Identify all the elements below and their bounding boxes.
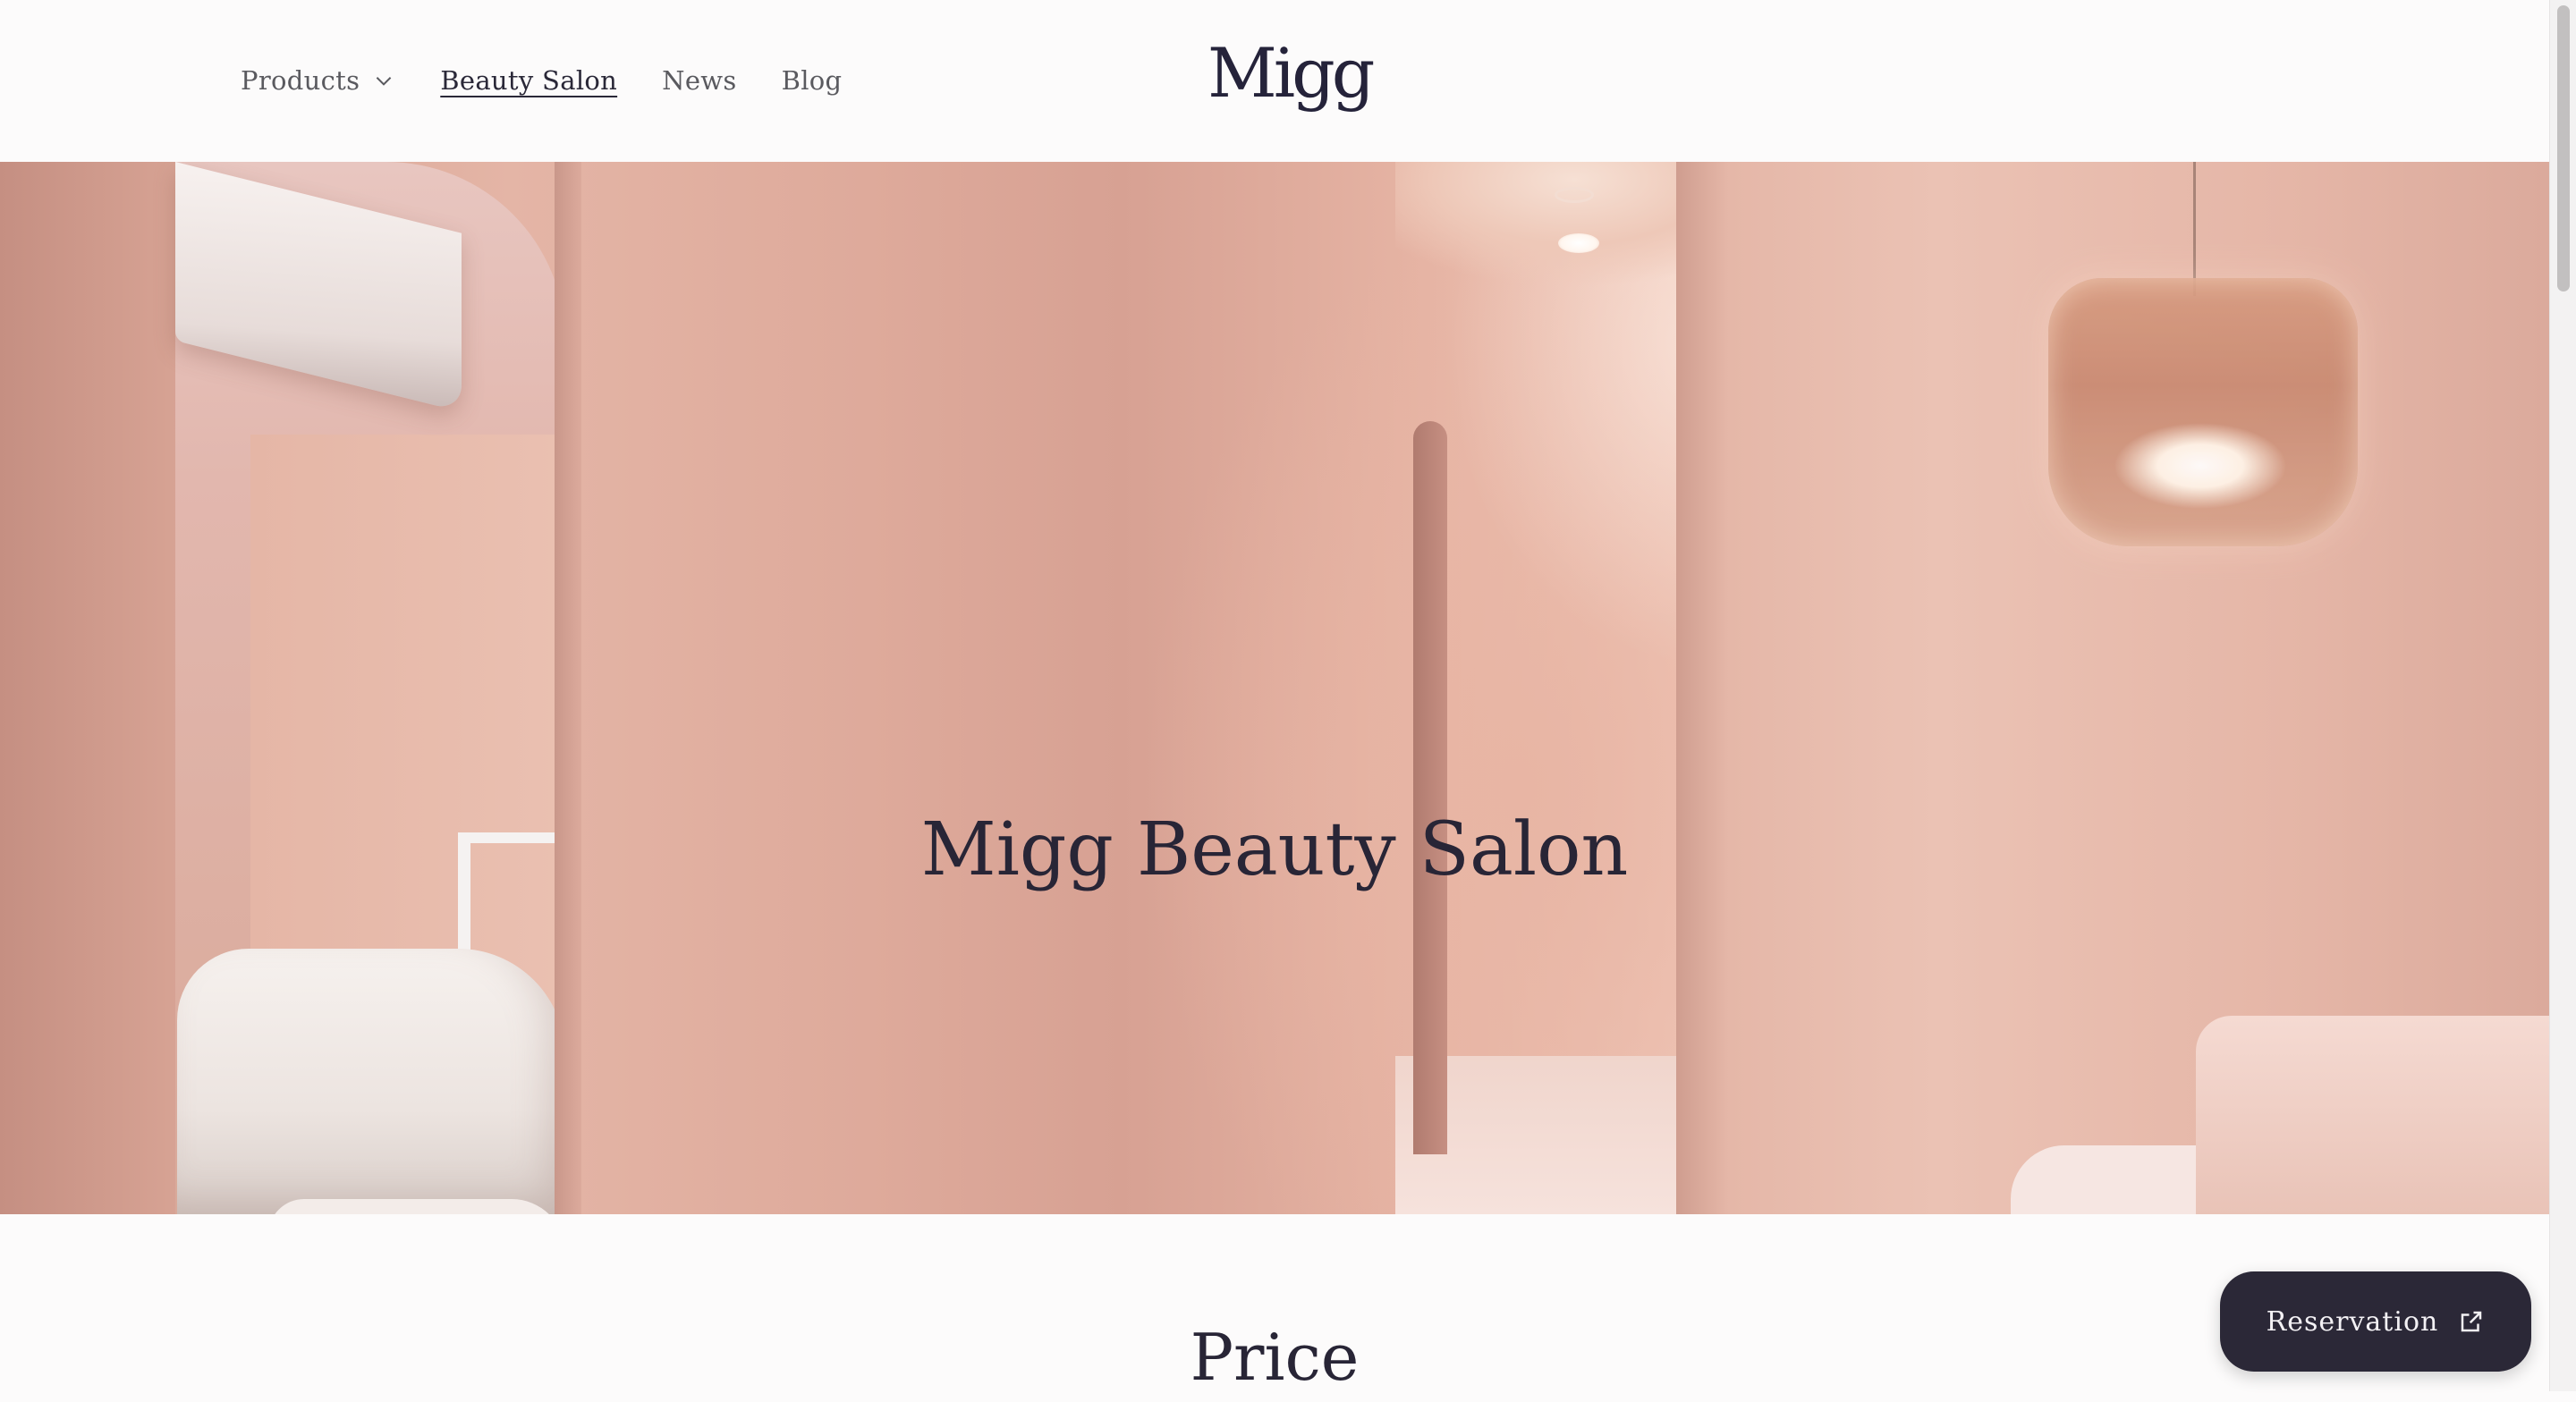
ceiling-spot-image: [1555, 187, 1594, 203]
reception-counter-image: [2196, 1016, 2549, 1214]
hero-banner: Migg Beauty Salon: [0, 162, 2549, 1214]
salon-chair-image: [177, 949, 565, 1214]
nav-item-blog[interactable]: Blog: [782, 65, 843, 96]
nav-item-label: Products: [241, 65, 360, 96]
price-heading: Price: [1190, 1320, 1360, 1395]
nav-item-beauty-salon[interactable]: Beauty Salon: [440, 65, 617, 96]
salon-chair-arm-image: [268, 1199, 565, 1214]
pendant-cord-image: [2193, 162, 2196, 296]
nav-item-products[interactable]: Products: [241, 65, 395, 96]
main-nav: Products Beauty Salon News Blog: [241, 55, 886, 106]
price-section: Price: [0, 1214, 2549, 1395]
site-header: Products Beauty Salon News Blog Migg: [0, 0, 2549, 162]
scrollbar-thumb[interactable]: [2557, 5, 2570, 291]
reservation-label: Reservation: [2266, 1305, 2439, 1338]
nav-item-label: Beauty Salon: [440, 65, 618, 96]
hero-ceiling-curve: [1395, 162, 1682, 367]
reservation-button[interactable]: Reservation: [2220, 1271, 2531, 1372]
nav-item-label: News: [662, 65, 737, 96]
nav-item-label: Blog: [781, 65, 843, 96]
counter-top-image: [2011, 1145, 2199, 1214]
hero-doorway: [1413, 421, 1447, 1154]
brand-logo[interactable]: Migg: [1208, 29, 1375, 118]
hero-title: Migg Beauty Salon: [920, 807, 1629, 892]
ceiling-light-image: [1558, 233, 1599, 253]
hero-wall-left: [0, 162, 179, 1214]
chevron-down-icon: [376, 77, 392, 86]
external-link-icon: [2462, 1311, 2482, 1332]
nav-item-news[interactable]: News: [662, 65, 736, 96]
page-scrollbar[interactable]: [2549, 0, 2576, 1391]
pendant-lamp-image: [2048, 278, 2358, 546]
hero-pillar: [555, 162, 581, 1214]
